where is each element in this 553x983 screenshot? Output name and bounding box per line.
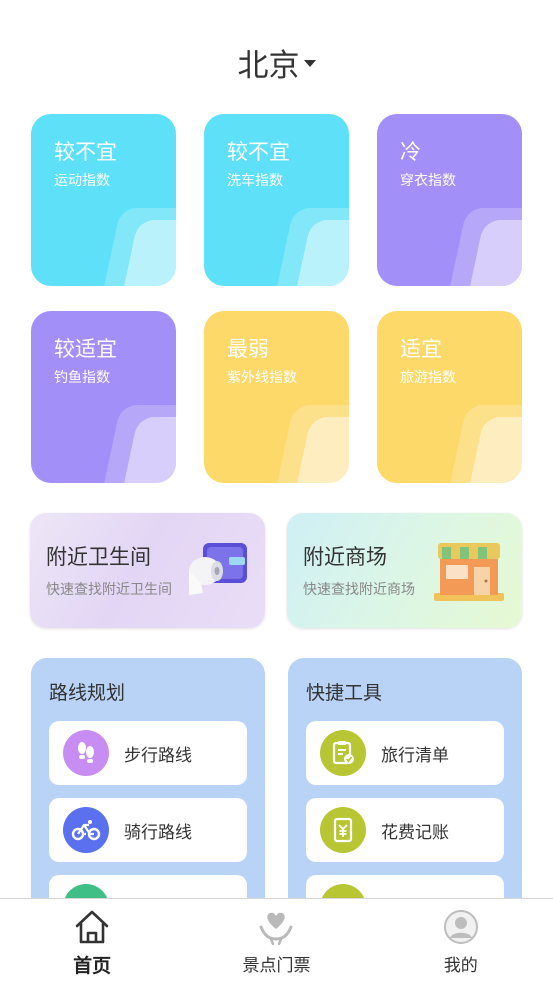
checklist-icon bbox=[320, 730, 366, 776]
city-selector[interactable]: 北京 bbox=[0, 40, 553, 85]
shop-icon bbox=[434, 543, 504, 601]
quick-tools-panel: 快捷工具 旅行清单 花费记账 bbox=[288, 658, 522, 918]
caret-down-icon bbox=[303, 60, 316, 67]
cycling-route-label: 骑行路线 bbox=[124, 822, 192, 843]
tab-profile[interactable]: 我的 bbox=[369, 899, 553, 983]
travel-checklist-item[interactable]: 旅行清单 bbox=[306, 721, 504, 785]
index-card-travel[interactable]: 适宜 旅游指数 bbox=[377, 311, 522, 483]
cycling-route-item[interactable]: 骑行路线 bbox=[49, 798, 247, 862]
bottom-tab-bar: 首页 景点门票 我的 bbox=[0, 898, 553, 983]
index-card-uv[interactable]: 最弱 紫外线指数 bbox=[204, 311, 349, 483]
bicycle-icon bbox=[63, 807, 109, 853]
home-icon bbox=[75, 910, 109, 944]
tab-profile-label: 我的 bbox=[443, 956, 478, 976]
city-name: 北京 bbox=[237, 48, 300, 84]
index-value: 最弱 bbox=[227, 337, 269, 361]
expense-icon bbox=[320, 807, 366, 853]
quick-tools-title: 快捷工具 bbox=[306, 682, 383, 704]
walking-route-label: 步行路线 bbox=[124, 745, 192, 766]
weather-index-grid: 较不宜 运动指数 较不宜 洗车指数 冷 穿衣指数 较适宜 钓鱼指数 最弱 紫外线… bbox=[31, 114, 522, 483]
index-value: 较适宜 bbox=[54, 337, 117, 361]
profile-icon bbox=[443, 910, 478, 944]
footprints-icon bbox=[63, 730, 109, 776]
expense-record-label: 花费记账 bbox=[381, 822, 449, 843]
route-planning-panel: 路线规划 步行路线 骑行路线 bbox=[31, 658, 265, 918]
nearby-toilet-card[interactable]: 附近卫生间 快速查找附近卫生间 bbox=[30, 513, 265, 628]
route-planning-title: 路线规划 bbox=[49, 682, 126, 704]
index-card-carwash[interactable]: 较不宜 洗车指数 bbox=[204, 114, 349, 286]
expense-record-item[interactable]: 花费记账 bbox=[306, 798, 504, 862]
index-label: 紫外线指数 bbox=[227, 370, 297, 386]
index-card-sport[interactable]: 较不宜 运动指数 bbox=[31, 114, 176, 286]
index-label: 旅游指数 bbox=[400, 370, 456, 386]
index-card-fishing[interactable]: 较适宜 钓鱼指数 bbox=[31, 311, 176, 483]
index-value: 适宜 bbox=[400, 337, 442, 361]
toilet-paper-icon bbox=[189, 543, 247, 595]
index-label: 运动指数 bbox=[54, 173, 110, 189]
tab-home-label: 首页 bbox=[73, 955, 112, 977]
walking-route-item[interactable]: 步行路线 bbox=[49, 721, 247, 785]
tab-tickets[interactable]: 景点门票 bbox=[184, 899, 368, 983]
index-value: 较不宜 bbox=[54, 140, 117, 164]
index-value: 冷 bbox=[400, 140, 421, 164]
nearby-mall-card[interactable]: 附近商场 快速查找附近商场 bbox=[287, 513, 522, 628]
travel-checklist-label: 旅行清单 bbox=[381, 745, 449, 766]
index-label: 钓鱼指数 bbox=[54, 370, 110, 386]
index-value: 较不宜 bbox=[227, 140, 290, 164]
ticket-heart-icon bbox=[259, 912, 293, 945]
index-card-dressing[interactable]: 冷 穿衣指数 bbox=[377, 114, 522, 286]
tab-tickets-label: 景点门票 bbox=[242, 956, 311, 976]
index-label: 穿衣指数 bbox=[400, 173, 456, 189]
index-label: 洗车指数 bbox=[227, 173, 283, 189]
tab-home[interactable]: 首页 bbox=[0, 899, 184, 983]
